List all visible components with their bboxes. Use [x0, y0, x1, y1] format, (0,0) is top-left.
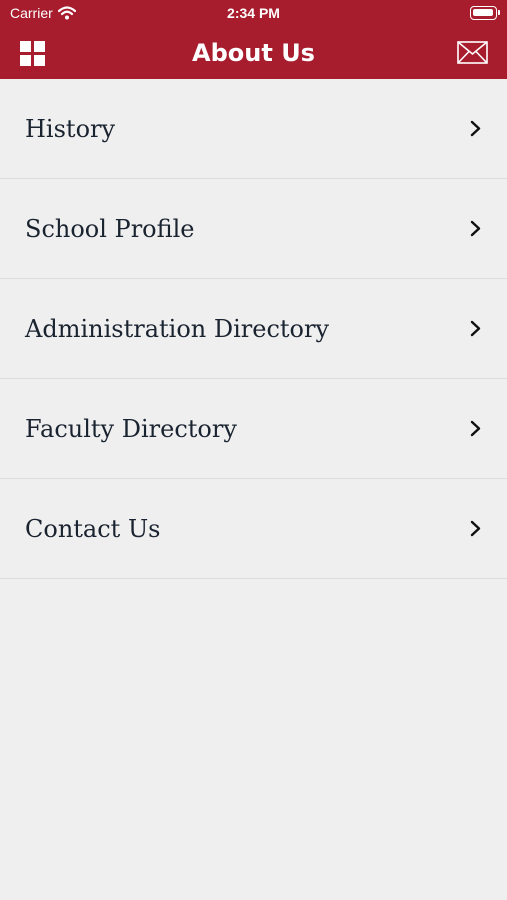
menu-item-label: Faculty Directory	[25, 415, 237, 443]
status-bar: Carrier 2:34 PM	[0, 0, 507, 26]
page-title: About Us	[192, 39, 315, 67]
about-us-screen: Carrier 2:34 PM About Us History School …	[0, 0, 507, 900]
menu-item-administration-directory[interactable]: Administration Directory	[0, 279, 507, 379]
menu-item-label: Contact Us	[25, 515, 161, 543]
mail-icon[interactable]	[457, 41, 488, 64]
chevron-right-icon	[470, 520, 481, 537]
chevron-right-icon	[470, 220, 481, 237]
grid-menu-icon[interactable]	[20, 41, 45, 66]
menu-item-history[interactable]: History	[0, 79, 507, 179]
navigation-bar: About Us	[0, 26, 507, 79]
chevron-right-icon	[470, 120, 481, 137]
chevron-right-icon	[470, 320, 481, 337]
menu-item-contact-us[interactable]: Contact Us	[0, 479, 507, 579]
menu-item-label: School Profile	[25, 215, 195, 243]
app-header: Carrier 2:34 PM About Us	[0, 0, 507, 79]
menu-item-school-profile[interactable]: School Profile	[0, 179, 507, 279]
menu-item-faculty-directory[interactable]: Faculty Directory	[0, 379, 507, 479]
menu-item-label: History	[25, 115, 116, 143]
about-menu-list: History School Profile Administration Di…	[0, 79, 507, 579]
status-time: 2:34 PM	[227, 5, 280, 21]
menu-item-label: Administration Directory	[25, 315, 330, 343]
chevron-right-icon	[470, 420, 481, 437]
battery-icon	[470, 6, 500, 20]
